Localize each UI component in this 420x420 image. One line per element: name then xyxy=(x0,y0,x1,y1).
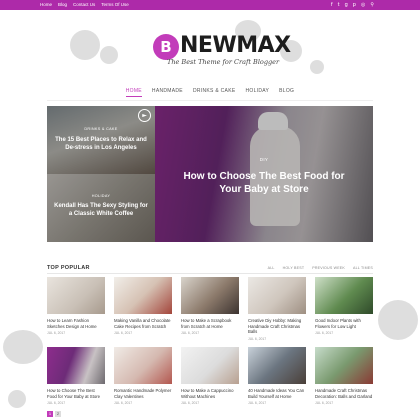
page-button[interactable]: 1 xyxy=(47,411,53,417)
post-date: JUL 6, 2017 xyxy=(47,401,66,406)
post-title[interactable]: Romantic Handmade Polymer Clay Valentine… xyxy=(114,388,172,399)
main-nav: HOME HANDMADE DRINKS & CAKE HOLIDAY BLOG xyxy=(0,88,420,97)
nav-item-blog[interactable]: BLOG xyxy=(279,88,294,97)
post-card[interactable]: 40 Handmade Ideas You Can Build Yourself… xyxy=(248,347,306,405)
filter-previous-week[interactable]: PREVIOUS WEEK xyxy=(312,266,345,270)
top-link-terms[interactable]: Terms Of Use xyxy=(101,1,129,9)
top-link-blog[interactable]: Blog xyxy=(58,1,67,9)
social-icons: f t g p ◎ ⚲ xyxy=(331,1,374,9)
post-title[interactable]: Handmade Craft Christmas Decoration: Bal… xyxy=(315,388,373,399)
nav-item-holiday[interactable]: HOLIDAY xyxy=(245,88,269,97)
top-link-contact[interactable]: Contact Us xyxy=(73,1,95,9)
section-divider xyxy=(47,273,373,274)
card-category[interactable]: DRINKS & CAKE xyxy=(47,127,155,131)
post-title[interactable]: Good Indoor Plants with Flowers for Low … xyxy=(315,318,373,329)
section-title: TOP POPULAR xyxy=(47,265,90,271)
card-title[interactable]: Kendall Has The Sexy Styling for a Class… xyxy=(53,202,149,218)
post-date: JUL 6, 2017 xyxy=(315,331,334,336)
post-thumbnail[interactable] xyxy=(181,277,239,314)
pinterest-icon[interactable]: p xyxy=(353,1,356,9)
nav-item-drinks-cake[interactable]: DRINKS & CAKE xyxy=(193,88,236,97)
post-thumbnail[interactable] xyxy=(315,277,373,314)
filter-holy-best[interactable]: HOLY BEST xyxy=(283,266,305,270)
hero-card-small[interactable]: HOLIDAY Kendall Has The Sexy Styling for… xyxy=(47,174,155,242)
filter-all-times[interactable]: ALL TIMES xyxy=(353,266,373,270)
post-title[interactable]: Creative Diy Hobby: Making Handmade Craf… xyxy=(248,318,306,335)
top-link-home[interactable]: Home xyxy=(40,1,52,9)
post-date: JUL 6, 2017 xyxy=(47,331,66,336)
post-card[interactable]: Romantic Handmade Polymer Clay Valentine… xyxy=(114,347,172,405)
post-card[interactable]: How to Choose The Best Food for Your Bab… xyxy=(47,347,105,405)
filter-all[interactable]: ALL xyxy=(268,266,275,270)
post-thumbnail[interactable] xyxy=(114,347,172,384)
twitter-icon[interactable]: t xyxy=(338,1,340,9)
post-thumbnail[interactable] xyxy=(47,347,105,384)
post-title[interactable]: 40 Handmade Ideas You Can Build Yourself… xyxy=(248,388,306,399)
post-thumbnail[interactable] xyxy=(47,277,105,314)
post-card[interactable]: Good Indoor Plants with Flowers for Low … xyxy=(315,277,373,335)
splash-decoration xyxy=(70,30,100,60)
post-title[interactable]: Making Vanilla and Chocolate Cake Recipe… xyxy=(114,318,172,329)
post-card[interactable]: How to Make a Cappuccino Without Machine… xyxy=(181,347,239,405)
post-title[interactable]: How to Choose The Best Food for Your Bab… xyxy=(47,388,105,399)
post-title[interactable]: How to Make a Cappuccino Without Machine… xyxy=(181,388,239,399)
nav-divider xyxy=(47,100,373,101)
post-date: JUL 6, 2017 xyxy=(114,331,133,336)
post-thumbnail[interactable] xyxy=(181,347,239,384)
post-thumbnail[interactable] xyxy=(248,277,306,314)
logo-mark[interactable]: B xyxy=(153,34,179,60)
play-icon[interactable]: ► xyxy=(138,109,151,122)
facebook-icon[interactable]: f xyxy=(331,1,333,9)
card-category[interactable]: DIY xyxy=(155,157,373,162)
post-date: JUL 6, 2017 xyxy=(315,401,334,406)
post-date: JUL 6, 2017 xyxy=(181,331,200,336)
card-title[interactable]: The 15 Best Places to Relax and De-stres… xyxy=(53,136,149,152)
instagram-icon[interactable]: ◎ xyxy=(361,1,365,9)
nav-item-home[interactable]: HOME xyxy=(125,88,143,97)
post-title[interactable]: How to Make a Scrapbook from Scratch at … xyxy=(181,318,239,329)
pagination: 1 2 xyxy=(47,411,61,417)
search-icon[interactable]: ⚲ xyxy=(370,1,374,9)
splash-decoration xyxy=(100,46,118,64)
post-date: JUL 6, 2017 xyxy=(181,401,200,406)
splash-decoration xyxy=(3,330,43,364)
post-date: JUL 6, 2017 xyxy=(248,336,267,341)
top-links: Home Blog Contact Us Terms Of Use xyxy=(40,1,129,9)
splash-decoration xyxy=(310,60,324,74)
hero-card-featured[interactable]: DIY How to Choose The Best Food for Your… xyxy=(155,106,373,242)
logo-title[interactable]: NEWMAX xyxy=(180,34,291,58)
splash-decoration xyxy=(8,390,26,408)
card-title[interactable]: How to Choose The Best Food for Your Bab… xyxy=(175,170,353,196)
post-date: JUL 6, 2017 xyxy=(248,401,267,406)
post-card[interactable]: Creative Diy Hobby: Making Handmade Craf… xyxy=(248,277,306,341)
google-plus-icon[interactable]: g xyxy=(345,1,348,9)
page-button[interactable]: 2 xyxy=(55,411,61,417)
splash-decoration xyxy=(378,300,418,340)
card-category[interactable]: HOLIDAY xyxy=(47,194,155,198)
post-card[interactable]: How to Learn Fashion Sketches Design at … xyxy=(47,277,105,335)
post-card[interactable]: Making Vanilla and Chocolate Cake Recipe… xyxy=(114,277,172,335)
nav-item-handmade[interactable]: HANDMADE xyxy=(152,88,183,97)
post-date: JUL 6, 2017 xyxy=(114,401,133,406)
popular-filters: ALL HOLY BEST PREVIOUS WEEK ALL TIMES xyxy=(268,266,373,270)
post-thumbnail[interactable] xyxy=(114,277,172,314)
post-card[interactable]: How to Make a Scrapbook from Scratch at … xyxy=(181,277,239,335)
post-thumbnail[interactable] xyxy=(248,347,306,384)
post-thumbnail[interactable] xyxy=(315,347,373,384)
post-card[interactable]: Handmade Craft Christmas Decoration: Bal… xyxy=(315,347,373,405)
logo-tagline: The Best Theme for Craft Blogger xyxy=(167,58,280,66)
post-title[interactable]: How to Learn Fashion Sketches Design at … xyxy=(47,318,105,329)
